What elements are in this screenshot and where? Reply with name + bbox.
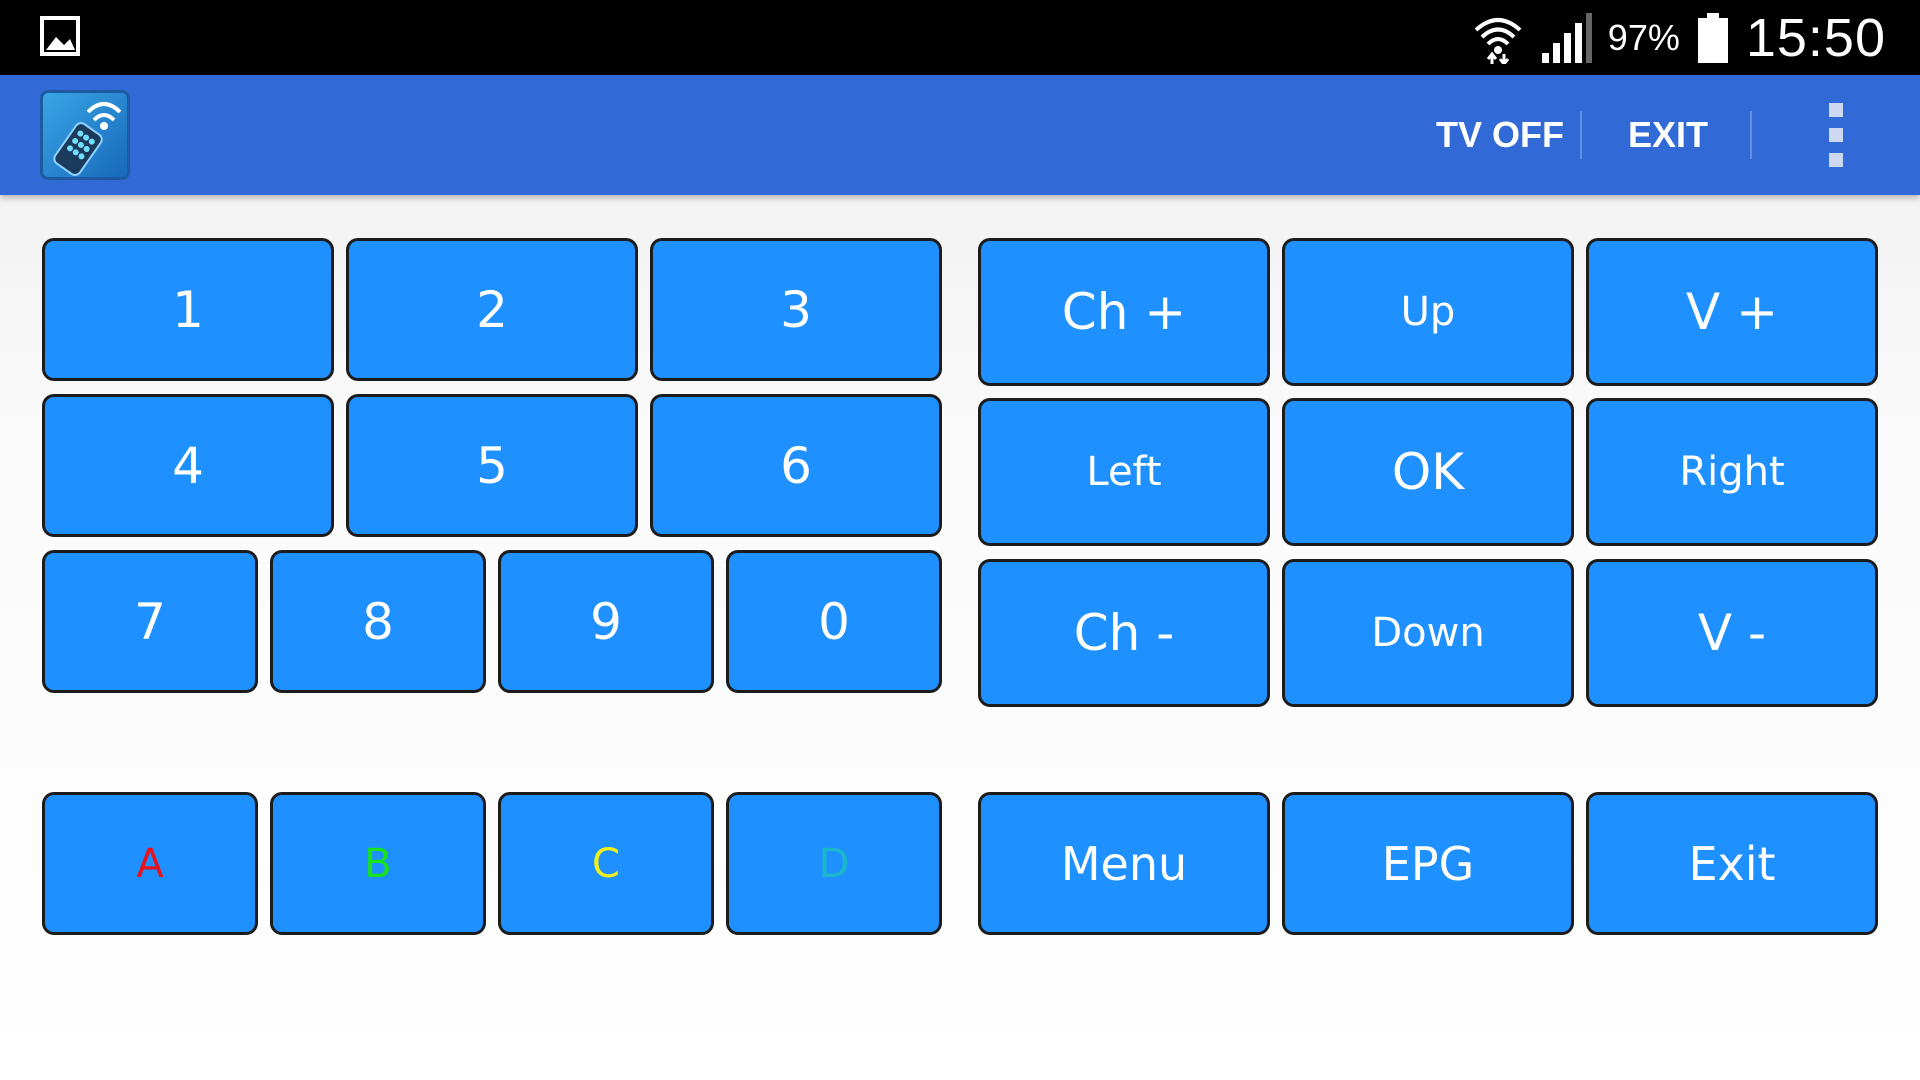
digit-0-button[interactable]: 0 <box>726 550 942 693</box>
channel-down-button[interactable]: Ch - <box>978 559 1270 707</box>
exit-app-button[interactable]: EXIT <box>1628 75 1708 195</box>
overflow-dot <box>1829 128 1843 142</box>
digit-3-button[interactable]: 3 <box>650 238 942 381</box>
digit-1-button[interactable]: 1 <box>42 238 334 381</box>
more-vert-icon[interactable] <box>1826 103 1846 167</box>
overflow-dot <box>1829 103 1843 117</box>
menu-button[interactable]: Menu <box>978 792 1270 935</box>
up-button[interactable]: Up <box>1282 238 1574 386</box>
digit-5-button[interactable]: 5 <box>346 394 638 537</box>
channel-up-button[interactable]: Ch + <box>978 238 1270 386</box>
remote-control-wifi-icon <box>40 90 130 180</box>
digit-6-button[interactable]: 6 <box>650 394 942 537</box>
digit-7-button[interactable]: 7 <box>42 550 258 693</box>
tv-off-button[interactable]: TV OFF <box>1436 75 1564 195</box>
status-right-group: 97% 15:50 <box>1472 0 1886 75</box>
battery-percent: 97% <box>1607 16 1680 58</box>
action-divider <box>1750 111 1752 159</box>
epg-button[interactable]: EPG <box>1282 792 1574 935</box>
action-divider <box>1580 111 1582 159</box>
color-c-button[interactable]: C <box>498 792 714 935</box>
app-bar: TV OFF EXIT <box>0 75 1920 195</box>
digit-4-button[interactable]: 4 <box>42 394 334 537</box>
overflow-dot <box>1829 153 1843 167</box>
color-a-button[interactable]: A <box>42 792 258 935</box>
image-notification-icon <box>40 15 80 57</box>
exit-button[interactable]: Exit <box>1586 792 1878 935</box>
signal-icon <box>1540 12 1592 63</box>
volume-down-button[interactable]: V - <box>1586 559 1878 707</box>
left-button[interactable]: Left <box>978 398 1270 546</box>
status-bar: 97% 15:50 <box>0 0 1920 75</box>
wifi-icon <box>1472 12 1524 64</box>
digit-8-button[interactable]: 8 <box>270 550 486 693</box>
down-button[interactable]: Down <box>1282 559 1574 707</box>
ok-button[interactable]: OK <box>1282 398 1574 546</box>
volume-up-button[interactable]: V + <box>1586 238 1878 386</box>
clock: 15:50 <box>1745 7 1886 68</box>
battery-icon <box>1696 12 1730 63</box>
color-b-button[interactable]: B <box>270 792 486 935</box>
right-button[interactable]: Right <box>1586 398 1878 546</box>
color-d-button[interactable]: D <box>726 792 942 935</box>
digit-9-button[interactable]: 9 <box>498 550 714 693</box>
digit-2-button[interactable]: 2 <box>346 238 638 381</box>
